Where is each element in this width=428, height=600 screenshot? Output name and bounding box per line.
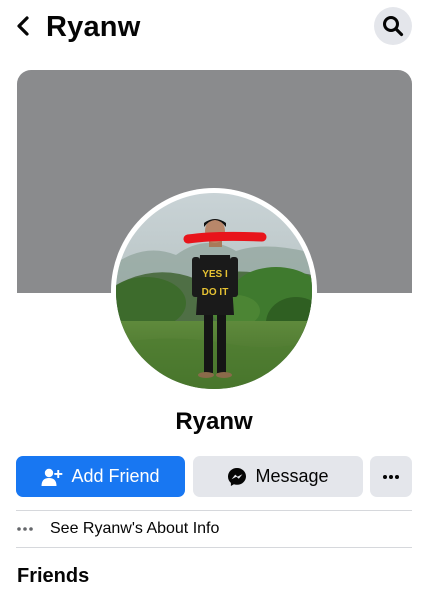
more-horizontal-icon (383, 474, 399, 479)
more-options-button[interactable] (370, 456, 412, 497)
chevron-left-icon (17, 16, 29, 36)
profile-actions: Add Friend Message (16, 456, 412, 498)
messenger-icon (228, 467, 247, 486)
profile-name: Ryanw (175, 408, 253, 435)
more-horizontal-icon (16, 526, 38, 532)
search-icon (383, 16, 404, 37)
friends-section-title: Friends (17, 565, 90, 587)
back-button[interactable] (10, 11, 36, 41)
top-bar: Ryanw (0, 0, 428, 56)
message-label: Message (255, 466, 329, 486)
about-info-link: See Ryanw's About Info (50, 520, 220, 537)
page-title: Ryanw (46, 11, 141, 43)
search-button[interactable] (374, 7, 412, 45)
profile-picture[interactable]: YES I DO IT (111, 188, 317, 394)
divider (16, 510, 412, 511)
add-friend-button[interactable]: Add Friend (16, 456, 185, 497)
divider (16, 547, 412, 548)
add-friend-label: Add Friend (71, 466, 160, 486)
add-friend-icon (41, 468, 63, 486)
message-button[interactable]: Message (193, 456, 363, 497)
svg-text:DO IT: DO IT (202, 287, 229, 298)
profile-photo-image: YES I DO IT (116, 193, 312, 389)
svg-text:YES I: YES I (202, 269, 228, 280)
about-info-row[interactable]: See Ryanw's About Info (16, 512, 412, 546)
